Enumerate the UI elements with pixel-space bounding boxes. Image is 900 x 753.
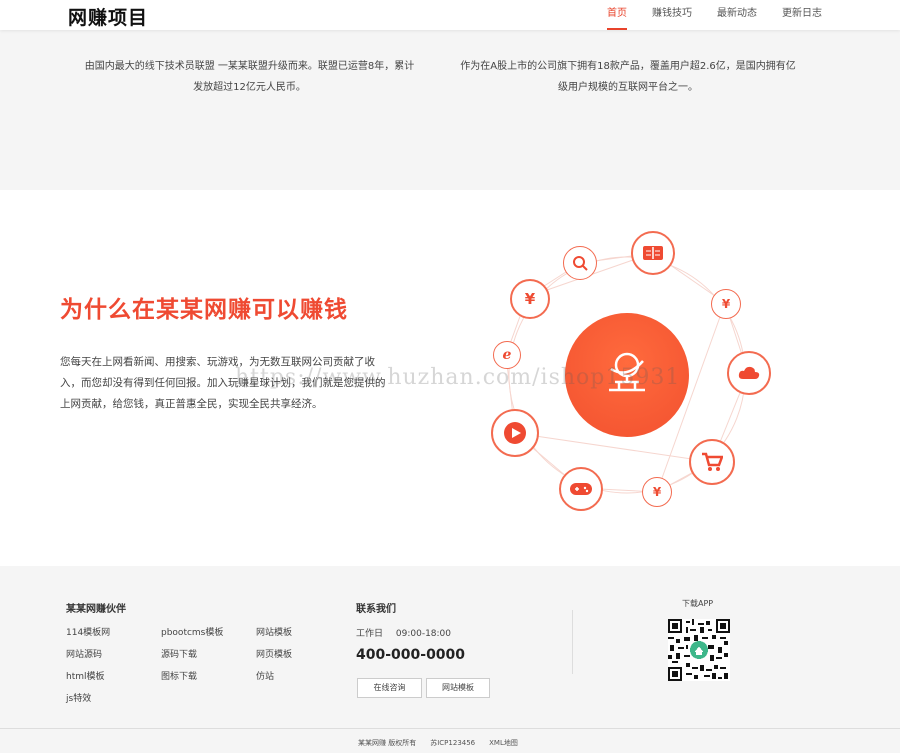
- partner-links: 114模板网 pbootcms模板 网站模板 网站源码 源码下载 网页模板 ht…: [66, 626, 346, 706]
- work-hours-value: 09:00-18:00: [395, 629, 452, 639]
- partner-link[interactable]: 仿站: [256, 670, 346, 684]
- partner-link[interactable]: 源码下载: [161, 648, 256, 662]
- intro-left-text: 由国内最大的线下技术员联盟 一某某联盟升级而来。联盟已运营8年，累计发放超过12…: [84, 61, 415, 93]
- watermark-text: https://www.huzhan.com/ishop15931: [235, 365, 681, 390]
- site-template-button[interactable]: 网站模板: [426, 678, 490, 698]
- copyright-text: 某某网赚 版权所有: [358, 739, 417, 747]
- work-hours: 工作日 09:00-18:00: [356, 626, 451, 639]
- partner-link[interactable]: pbootcms模板: [161, 626, 256, 640]
- partner-link[interactable]: 网站源码: [66, 648, 161, 662]
- partner-link[interactable]: 网页模板: [256, 648, 346, 662]
- qr-code: [668, 619, 730, 681]
- partner-link[interactable]: 图标下载: [161, 670, 256, 684]
- site-header: 网赚项目 首页 赚钱技巧 最新动态 更新日志: [0, 0, 900, 30]
- partners-title: 某某网赚伙伴: [66, 604, 126, 615]
- partner-link[interactable]: 网站模板: [256, 626, 346, 640]
- contact-title: 联系我们: [356, 604, 396, 615]
- gamepad-icon[interactable]: [559, 467, 603, 511]
- xml-sitemap-link[interactable]: XML地图: [489, 738, 518, 748]
- partner-link[interactable]: js特效: [66, 692, 161, 706]
- book-icon[interactable]: [631, 231, 675, 275]
- intro-right-text: 作为在A股上市的公司旗下拥有18款产品，覆盖用户超2.6亿，是国内拥有亿级用户规…: [460, 61, 796, 93]
- yuan-icon[interactable]: ¥: [642, 477, 672, 507]
- play-icon[interactable]: [491, 409, 539, 457]
- work-label: 工作日: [356, 629, 384, 639]
- search-icon[interactable]: [563, 246, 597, 280]
- footer-divider: [572, 610, 573, 674]
- nav-news[interactable]: 最新动态: [717, 0, 757, 30]
- nav-tips[interactable]: 赚钱技巧: [652, 0, 692, 30]
- partner-link[interactable]: 114模板网: [66, 626, 161, 640]
- qr-code-image: [668, 619, 730, 681]
- download-app-label: 下载APP: [682, 599, 714, 608]
- intro-section: 由国内最大的线下技术员联盟 一某某联盟升级而来。联盟已运营8年，累计发放超过12…: [0, 30, 900, 190]
- why-title: 为什么在某某网赚可以赚钱: [60, 297, 348, 323]
- site-logo[interactable]: 网赚项目: [68, 3, 148, 30]
- partner-link[interactable]: html模板: [66, 670, 161, 684]
- nav-home[interactable]: 首页: [607, 0, 627, 30]
- online-consult-button[interactable]: 在线咨询: [357, 678, 422, 698]
- yuan-icon[interactable]: ¥: [510, 279, 550, 319]
- main-nav: 首页 赚钱技巧 最新动态 更新日志: [582, 0, 822, 30]
- copyright-divider: [0, 728, 900, 729]
- cloud-icon[interactable]: [727, 351, 771, 395]
- phone-number: 400-000-0000: [356, 647, 466, 663]
- cart-icon[interactable]: [689, 439, 735, 485]
- icp-link[interactable]: 苏ICP123456: [430, 738, 475, 748]
- copyright-bar: 某某网赚 版权所有 苏ICP123456 XML地图: [358, 738, 518, 748]
- site-footer: 某某网赚伙伴 114模板网 pbootcms模板 网站模板 网站源码 源码下载 …: [0, 566, 900, 753]
- nav-changelog[interactable]: 更新日志: [782, 0, 822, 30]
- yuan-icon[interactable]: ¥: [711, 289, 741, 319]
